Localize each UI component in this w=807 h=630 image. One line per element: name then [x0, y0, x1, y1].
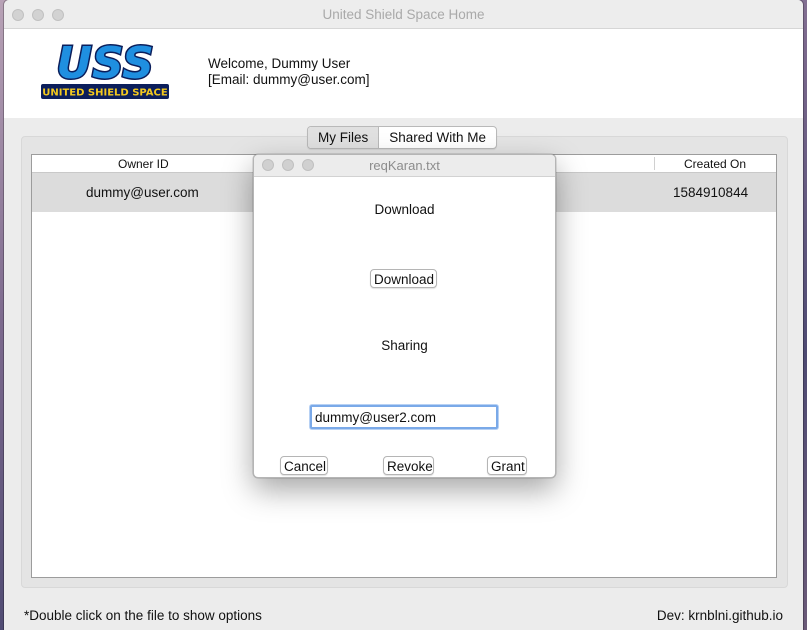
- hint-text: *Double click on the file to show option…: [24, 608, 262, 623]
- uss-logo: USS UNITED SHIELD SPACE: [41, 38, 169, 99]
- minimize-traffic-light-icon[interactable]: [32, 9, 44, 21]
- title-bar[interactable]: United Shield Space Home: [4, 0, 803, 29]
- grant-button[interactable]: Grant: [487, 456, 527, 475]
- tab-shared-with-me[interactable]: Shared With Me: [379, 127, 496, 148]
- file-tabs: My Files Shared With Me: [307, 126, 498, 149]
- developer-credit: Dev: krnblni.github.io: [656, 608, 783, 623]
- header: USS UNITED SHIELD SPACE Welcome, Dummy U…: [4, 29, 803, 118]
- dialog-minimize-icon[interactable]: [282, 159, 294, 171]
- file-options-dialog: reqKaran.txt Download Download Sharing C…: [253, 154, 556, 478]
- column-created-on[interactable]: Created On: [684, 155, 746, 174]
- logo-subtext: UNITED SHIELD SPACE: [42, 88, 168, 99]
- dialog-close-icon[interactable]: [262, 159, 274, 171]
- user-email-text: [Email: dummy@user.com]: [208, 72, 370, 87]
- welcome-text: Welcome, Dummy User: [208, 56, 351, 71]
- column-owner-id[interactable]: Owner ID: [118, 155, 169, 174]
- download-section-label: Download: [374, 202, 435, 217]
- zoom-traffic-light-icon[interactable]: [52, 9, 64, 21]
- share-email-input[interactable]: [310, 405, 498, 429]
- column-divider: [654, 157, 655, 170]
- tab-my-files[interactable]: My Files: [308, 127, 380, 148]
- window-title: United Shield Space Home: [322, 7, 485, 22]
- download-button[interactable]: Download: [370, 269, 437, 288]
- dialog-title-bar[interactable]: reqKaran.txt: [254, 155, 555, 177]
- cell-owner-id: dummy@user.com: [86, 185, 199, 200]
- revoke-button[interactable]: Revoke: [383, 456, 434, 475]
- welcome-block: Welcome, Dummy User [Email: dummy@user.c…: [208, 56, 370, 88]
- logo-mark: USS: [56, 38, 154, 89]
- footer: *Double click on the file to show option…: [4, 604, 803, 630]
- cancel-button[interactable]: Cancel: [280, 456, 328, 475]
- close-traffic-light-icon[interactable]: [12, 9, 24, 21]
- sharing-section-label: Sharing: [381, 338, 428, 353]
- dialog-zoom-icon[interactable]: [302, 159, 314, 171]
- cell-created-on: 1584910844: [673, 185, 749, 200]
- dialog-title: reqKaran.txt: [369, 158, 440, 173]
